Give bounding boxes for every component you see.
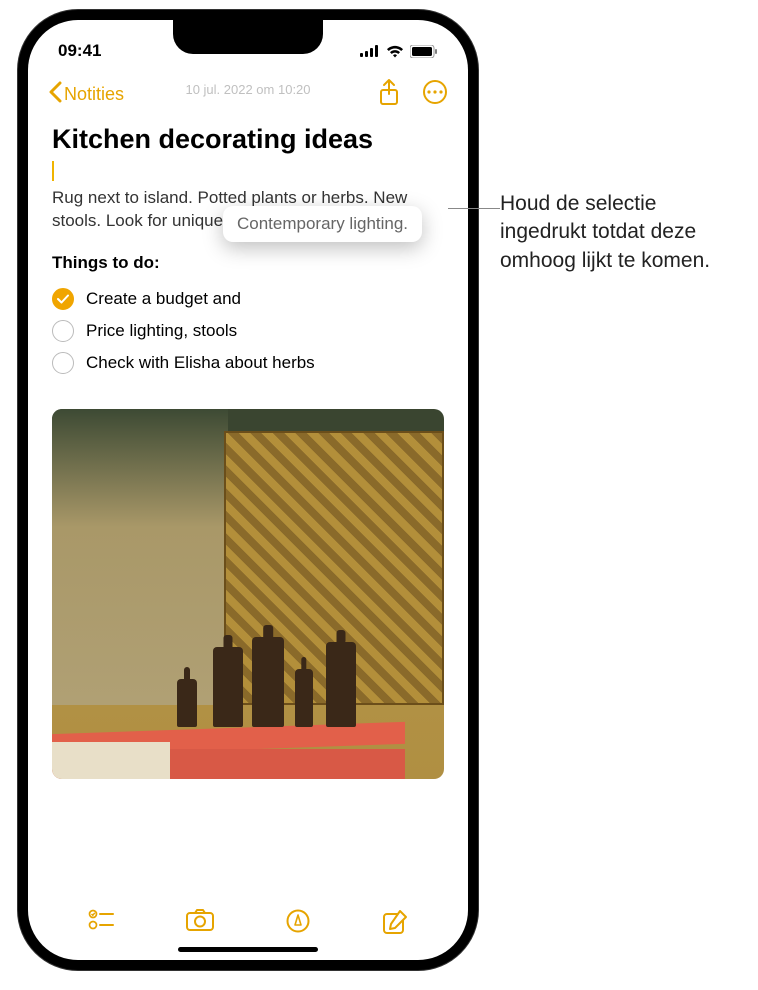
todo-label: Price lighting, stools [86,321,237,341]
bottom-toolbar [28,899,468,948]
share-button[interactable] [378,78,400,111]
checkbox-checked-icon[interactable] [52,288,74,310]
phone-screen: 09:41 Notities 10 jul. 2022 om [28,20,468,960]
todo-label: Check with Elisha about herbs [86,353,315,373]
todo-label: Create a budget and [86,289,241,309]
status-time: 09:41 [58,41,101,61]
todo-item[interactable]: Create a budget and [52,283,444,315]
chevron-left-icon [48,81,62,108]
phone-frame: 09:41 Notities 10 jul. 2022 om [18,10,478,970]
todo-item[interactable]: Check with Elisha about herbs [52,347,444,379]
checkbox-empty-icon[interactable] [52,320,74,342]
note-image[interactable] [52,409,444,779]
callout-text: Houd de selectie ingedrukt totdat deze o… [500,190,740,275]
compose-button[interactable] [382,909,408,940]
notch [173,20,323,54]
things-heading: Things to do: [52,253,444,273]
more-button[interactable] [422,79,448,110]
home-indicator[interactable] [178,947,318,952]
wifi-icon [386,45,404,58]
cellular-icon [360,45,380,57]
checkbox-empty-icon[interactable] [52,352,74,374]
markup-button[interactable] [286,909,310,940]
text-cursor [52,161,54,181]
checklist-button[interactable] [88,909,114,940]
camera-button[interactable] [186,909,214,940]
back-button[interactable]: Notities [48,81,124,108]
note-timestamp: 10 jul. 2022 om 10:20 [185,82,310,97]
callout-line [448,208,500,209]
todo-item[interactable]: Price lighting, stools [52,315,444,347]
todo-list: Create a budget and Price lighting, stoo… [52,283,444,379]
note-title: Kitchen decorating ideas [52,123,444,155]
back-label: Notities [64,84,124,105]
nav-bar: Notities 10 jul. 2022 om 10:20 [28,68,468,119]
dragged-selection[interactable]: Contemporary lighting. [223,206,422,242]
battery-icon [410,45,438,58]
